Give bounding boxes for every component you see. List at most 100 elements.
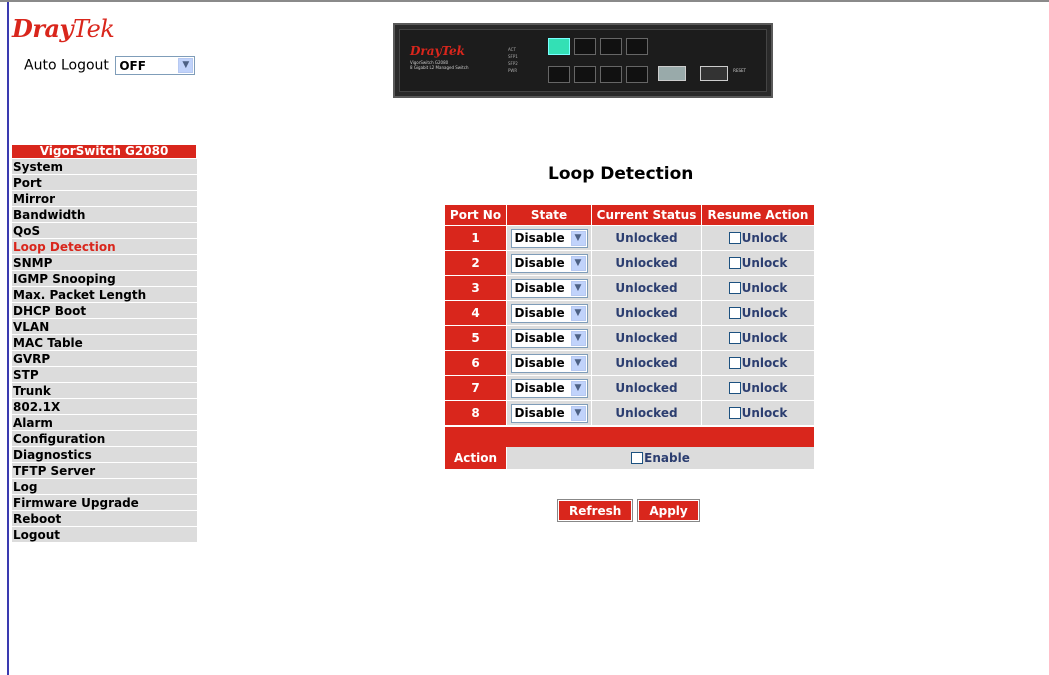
unlock-label: Unlock [741, 406, 788, 420]
state-select[interactable]: Disable ▼ [510, 378, 588, 398]
checkbox-icon [728, 382, 741, 394]
current-status: Unlocked [592, 350, 702, 375]
draytek-logo: DrayTek [12, 14, 115, 43]
sidebar-item-max-packet-length[interactable]: Max. Packet Length [12, 287, 197, 303]
sidebar-item-8021x[interactable]: 802.1X [12, 399, 197, 415]
port-4-icon [574, 66, 596, 83]
checkbox-icon [728, 282, 741, 294]
resume-action-cell: Unlock [702, 225, 814, 250]
unlock-checkbox[interactable]: Unlock [728, 381, 787, 395]
sidebar-item-mac-table[interactable]: MAC Table [12, 335, 197, 351]
reset-label: RESET [733, 68, 746, 73]
sidebar-item-vlan[interactable]: VLAN [12, 319, 197, 335]
unlock-checkbox[interactable]: Unlock [728, 406, 788, 420]
resume-action-cell: Unlock [702, 350, 814, 375]
current-status: Unlocked [592, 375, 702, 400]
state-cell: Disable ▼ [507, 400, 592, 425]
state-cell: Disable ▼ [507, 275, 592, 300]
unlock-checkbox[interactable]: Unlock [728, 281, 787, 295]
unlock-label: Unlock [741, 256, 788, 270]
sidebar-item-diagnostics[interactable]: Diagnostics [12, 447, 197, 463]
port-6-icon [600, 66, 622, 83]
table-row: 6 Disable ▼ Unlocked Unlock [445, 350, 814, 375]
sidebar-item-qos[interactable]: QoS [12, 223, 197, 239]
resume-action-cell: Unlock [702, 375, 814, 400]
sidebar-item-system[interactable]: System [12, 159, 197, 175]
sidebar-item-stp[interactable]: STP [12, 367, 197, 383]
unlock-checkbox[interactable]: Unlock [728, 256, 788, 270]
port-number: 4 [445, 300, 507, 325]
unlock-checkbox[interactable]: Unlock [728, 331, 787, 345]
state-select[interactable]: Disable ▼ [510, 328, 588, 348]
state-cell: Disable ▼ [507, 375, 592, 400]
current-status: Unlocked [592, 300, 702, 325]
current-status: Unlocked [592, 400, 702, 425]
resume-action-cell: Unlock [702, 325, 814, 350]
apply-button[interactable]: Apply [637, 499, 700, 522]
sidebar-item-igmp-snooping[interactable]: IGMP Snooping [12, 271, 197, 287]
checkbox-icon [728, 232, 741, 244]
current-status: Unlocked [592, 325, 702, 350]
unlock-label: Unlock [741, 306, 788, 320]
unlock-label: Unlock [741, 231, 788, 245]
checkbox-icon [728, 257, 741, 269]
state-cell: Disable ▼ [507, 350, 592, 375]
state-select[interactable]: Disable ▼ [510, 278, 588, 298]
sidebar-item-port[interactable]: Port [12, 175, 197, 191]
button-bar: Refresh Apply [556, 499, 700, 522]
sidebar-menu: VigorSwitch G2080 System Port Mirror Ban… [12, 145, 198, 543]
chevron-down-icon: ▼ [570, 255, 586, 271]
resume-action-cell: Unlock [702, 250, 814, 275]
port-number: 3 [445, 275, 507, 300]
chevron-down-icon: ▼ [570, 355, 586, 371]
sidebar-item-logout[interactable]: Logout [12, 527, 197, 543]
action-cell: Enable [507, 447, 814, 469]
header-state: State [507, 205, 592, 225]
unlock-checkbox[interactable]: Unlock [728, 356, 787, 370]
state-select[interactable]: Disable ▼ [510, 303, 588, 323]
table-row: 8 Disable ▼ Unlocked Unlock [445, 400, 814, 425]
chevron-down-icon: ▼ [178, 58, 194, 73]
sidebar-item-configuration[interactable]: Configuration [12, 431, 197, 447]
action-label: Action [445, 447, 507, 469]
port-number: 1 [445, 225, 507, 250]
auto-logout: Auto Logout OFF ▼ [24, 56, 196, 75]
unlock-checkbox[interactable]: Unlock [728, 231, 788, 245]
table-body: 1 Disable ▼ Unlocked Unlock 2 Disable ▼ Unlocked… [445, 225, 814, 425]
chevron-down-icon: ▼ [570, 305, 586, 321]
action-enable-checkbox[interactable]: Enable [631, 451, 690, 465]
sfp-port-icon [700, 66, 728, 81]
current-status: Unlocked [592, 275, 702, 300]
refresh-button[interactable]: Refresh [556, 499, 634, 522]
sidebar-item-alarm[interactable]: Alarm [12, 415, 197, 431]
sidebar-item-reboot[interactable]: Reboot [12, 511, 197, 527]
state-cell: Disable ▼ [507, 225, 592, 250]
sidebar-item-trunk[interactable]: Trunk [12, 383, 197, 399]
chevron-down-icon: ▼ [570, 230, 586, 246]
table-separator-bar [445, 426, 814, 447]
sidebar-item-dhcp-boot[interactable]: DHCP Boot [12, 303, 197, 319]
auto-logout-select[interactable]: OFF ▼ [115, 56, 196, 75]
sidebar-item-bandwidth[interactable]: Bandwidth [12, 207, 197, 223]
state-select[interactable]: Disable ▼ [510, 253, 588, 273]
sidebar-item-mirror[interactable]: Mirror [12, 191, 197, 207]
resume-action-cell: Unlock [702, 400, 814, 425]
state-select[interactable]: Disable ▼ [510, 353, 588, 373]
sidebar-item-tftp-server[interactable]: TFTP Server [12, 463, 197, 479]
sidebar-item-loop-detection[interactable]: Loop Detection [12, 239, 197, 255]
device-logo: DrayTek [410, 44, 465, 58]
sidebar-item-firmware-upgrade[interactable]: Firmware Upgrade [12, 495, 197, 511]
resume-action-cell: Unlock [702, 275, 814, 300]
sidebar-item-gvrp[interactable]: GVRP [12, 351, 197, 367]
state-select[interactable]: Disable ▼ [510, 228, 588, 248]
unlock-checkbox[interactable]: Unlock [728, 306, 788, 320]
state-select[interactable]: Disable ▼ [510, 403, 588, 423]
action-row: Action Enable [445, 447, 814, 469]
action-enable-label: Enable [644, 451, 690, 465]
header-current-status: Current Status [592, 205, 702, 225]
sfp-port-icon [658, 66, 686, 81]
sidebar-item-log[interactable]: Log [12, 479, 197, 495]
sidebar-item-snmp[interactable]: SNMP [12, 255, 197, 271]
port-8-icon [626, 66, 648, 83]
top-border [0, 0, 1049, 2]
